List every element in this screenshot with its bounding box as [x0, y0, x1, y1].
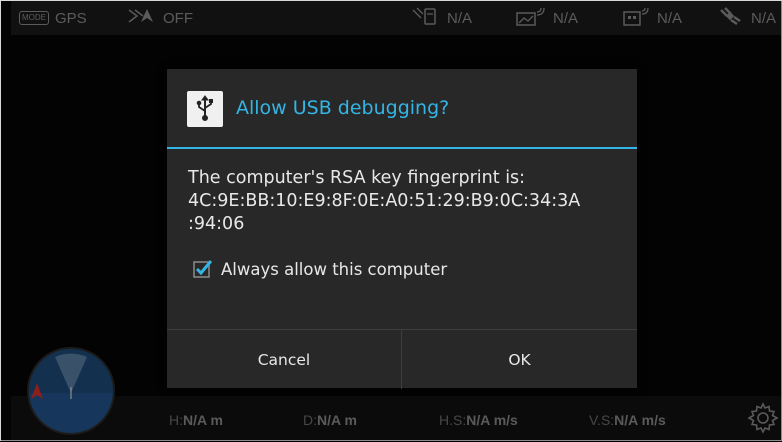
dialog-title: Allow USB debugging?	[236, 97, 450, 119]
checkbox-checked-icon[interactable]	[193, 259, 213, 279]
checkbox-label: Always allow this computer	[221, 259, 448, 279]
usb-debugging-dialog: Allow USB debugging? The computer's RSA …	[167, 69, 637, 389]
always-allow-checkbox[interactable]: Always allow this computer	[193, 259, 447, 279]
message-line: :94:06	[188, 214, 245, 234]
ok-button[interactable]: OK	[402, 330, 637, 389]
dialog-button-bar: Cancel OK	[167, 329, 637, 389]
message-line: 4C:9E:BB:10:E9:8F:0E:A0:51:29:B9:0C:34:3…	[188, 191, 581, 211]
message-line: The computer's RSA key fingerprint is:	[188, 168, 526, 188]
dialog-message: The computer's RSA key fingerprint is: 4…	[188, 167, 628, 236]
cancel-button[interactable]: Cancel	[167, 330, 401, 389]
dialog-header: Allow USB debugging?	[167, 69, 637, 147]
usb-icon	[187, 91, 223, 127]
title-divider	[167, 147, 637, 149]
app-screen: MODE GPS OFF N/A N/A N/A N/A H:N/A m D:N…	[0, 0, 782, 442]
